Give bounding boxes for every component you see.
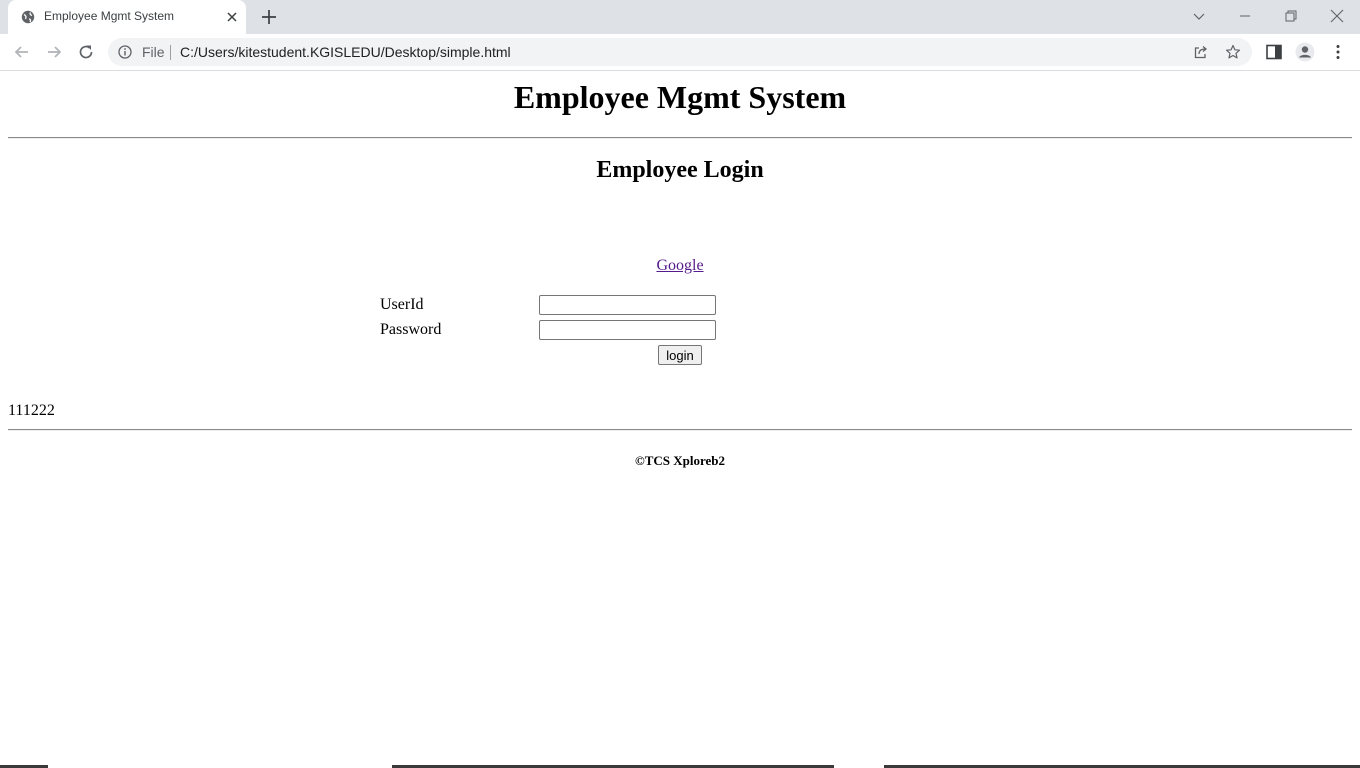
password-label: Password (380, 321, 442, 338)
numeric-text: 111222 (8, 402, 55, 419)
omnibox-scheme: File (142, 44, 165, 60)
google-link-row: Google (0, 257, 1360, 275)
tab-strip: Employee Mgmt System (0, 0, 1360, 34)
top-divider (8, 137, 1352, 139)
minimize-icon[interactable] (1235, 6, 1255, 26)
login-heading: Employee Login (596, 157, 764, 183)
side-panel-icon[interactable] (1264, 42, 1284, 62)
kebab-menu-icon[interactable] (1328, 42, 1348, 62)
close-icon[interactable] (1327, 6, 1347, 26)
google-link[interactable]: Google (656, 257, 703, 274)
address-bar-url[interactable]: C:/Users/kitestudent.KGISLEDU/Desktop/si… (180, 44, 511, 60)
omnibox[interactable]: File C:/Users/kitestudent.KGISLEDU/Deskt… (108, 38, 1252, 66)
plus-icon[interactable] (260, 8, 278, 26)
reload-icon[interactable] (76, 42, 96, 62)
page-content: Employee Mgmt System Employee Login Goog… (0, 71, 1360, 768)
globe-icon (21, 10, 35, 24)
arrow-right-icon[interactable] (44, 42, 64, 62)
tab-title: Employee Mgmt System (44, 9, 175, 23)
restore-icon[interactable] (1281, 6, 1301, 26)
userid-input[interactable] (539, 295, 716, 315)
browser-tab[interactable]: Employee Mgmt System (8, 0, 246, 34)
password-input[interactable] (539, 320, 716, 340)
bottom-divider (8, 429, 1352, 431)
profile-icon[interactable] (1295, 42, 1315, 62)
close-icon[interactable] (224, 9, 240, 25)
footer-copyright: ©TCS Xploreb2 (634, 453, 726, 468)
info-icon[interactable] (118, 45, 132, 59)
star-icon[interactable] (1225, 44, 1241, 60)
browser-toolbar: File C:/Users/kitestudent.KGISLEDU/Deskt… (0, 34, 1360, 71)
arrow-left-icon[interactable] (12, 42, 32, 62)
userid-label: UserId (380, 296, 424, 313)
login-button[interactable]: login (658, 345, 702, 365)
share-icon[interactable] (1193, 44, 1209, 60)
chevron-down-icon[interactable] (1189, 6, 1209, 26)
page-title: Employee Mgmt System (513, 79, 847, 115)
omnibox-divider (170, 45, 171, 60)
